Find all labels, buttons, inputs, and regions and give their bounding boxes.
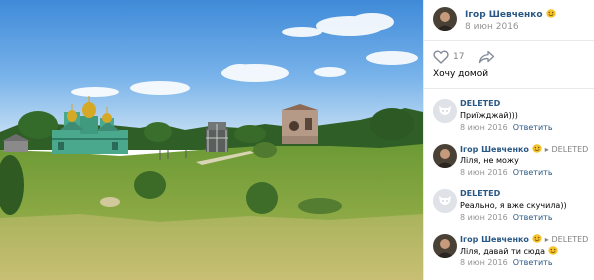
comment-date[interactable]: 8 июн 2016 — [460, 213, 508, 222]
smiling-face-emoji-icon — [532, 234, 542, 243]
reply-link[interactable]: Ответить — [513, 213, 553, 222]
post-photo[interactable] — [0, 0, 423, 280]
post-date[interactable]: 8 июн 2016 — [465, 22, 519, 32]
comment-author-name[interactable]: Ігор Шевченко — [460, 145, 529, 154]
share-arrow-icon[interactable] — [478, 50, 495, 64]
author-avatar[interactable] — [433, 7, 457, 31]
comment-date[interactable]: 8 июн 2016 — [460, 258, 508, 267]
comment-meta: 8 июн 2016 Ответить — [460, 123, 553, 132]
deleted-user-avatar-icon[interactable] — [433, 99, 457, 123]
comment-meta: 8 июн 2016 Ответить — [460, 168, 553, 177]
deleted-user-avatar-icon[interactable] — [433, 189, 457, 213]
comment-author-name[interactable]: DELETED — [460, 189, 500, 198]
commenter-avatar[interactable] — [433, 144, 457, 168]
smiling-face-emoji-icon — [532, 144, 542, 153]
landscape-church-photo — [0, 0, 423, 280]
post-author-text[interactable]: Ігор Шевченко — [465, 10, 543, 20]
post-header: Ігор Шевченко 8 июн 2016 — [424, 0, 594, 41]
comment-author[interactable]: Ігор Шевченко ▸ DELETED — [460, 144, 588, 154]
comment-date[interactable]: 8 июн 2016 — [460, 123, 508, 132]
post-actions-bar: 17 — [424, 41, 594, 67]
reply-link[interactable]: Ответить — [513, 258, 553, 267]
comment-item: Ігор Шевченко ▸ DELETED Ліля, давай ти с… — [424, 224, 594, 269]
comment-text: Приїжджай))) — [460, 111, 518, 120]
comment-author[interactable]: DELETED — [460, 189, 500, 198]
comment-author[interactable]: DELETED — [460, 99, 500, 108]
reply-arrow-icon: ▸ — [544, 145, 549, 154]
comment-author[interactable]: Ігор Шевченко ▸ DELETED — [460, 234, 588, 244]
comment-text: Реально, я вже скучила)) — [460, 201, 567, 210]
comment-meta: 8 июн 2016 Ответить — [460, 258, 553, 267]
smiling-face-emoji-icon — [548, 246, 558, 255]
post-side-panel: Ігор Шевченко 8 июн 2016 17 Хочу домой D… — [423, 0, 594, 280]
comment-author-name[interactable]: Ігор Шевченко — [460, 235, 529, 244]
commenter-avatar[interactable] — [433, 234, 457, 258]
comments-list: DELETED Приїжджай))) 8 июн 2016 Ответить … — [424, 88, 594, 267]
reply-to-name[interactable]: DELETED — [552, 145, 589, 154]
reply-link[interactable]: Ответить — [513, 168, 553, 177]
comment-item: Ігор Шевченко ▸ DELETED Ліля, не можу 8 … — [424, 134, 594, 179]
comment-author-name[interactable]: DELETED — [460, 99, 500, 108]
comment-text: Ліля, давай ти сюда — [460, 246, 558, 256]
comment-item: DELETED Реально, я вже скучила)) 8 июн 2… — [424, 179, 594, 224]
post-author-name[interactable]: Ігор Шевченко — [465, 9, 556, 20]
reply-link[interactable]: Ответить — [513, 123, 553, 132]
comment-text-content: Ліля, давай ти сюда — [460, 247, 546, 256]
comment-text: Ліля, не можу — [460, 156, 519, 165]
like-count[interactable]: 17 — [453, 52, 464, 62]
smiling-face-emoji-icon — [545, 9, 556, 18]
heart-outline-icon[interactable] — [433, 50, 449, 64]
comment-meta: 8 июн 2016 Ответить — [460, 213, 553, 222]
reply-arrow-icon: ▸ — [544, 235, 549, 244]
comment-date[interactable]: 8 июн 2016 — [460, 168, 508, 177]
post-caption: Хочу домой — [433, 69, 489, 79]
reply-to-name[interactable]: DELETED — [552, 235, 589, 244]
comment-item: DELETED Приїжджай))) 8 июн 2016 Ответить — [424, 89, 594, 134]
